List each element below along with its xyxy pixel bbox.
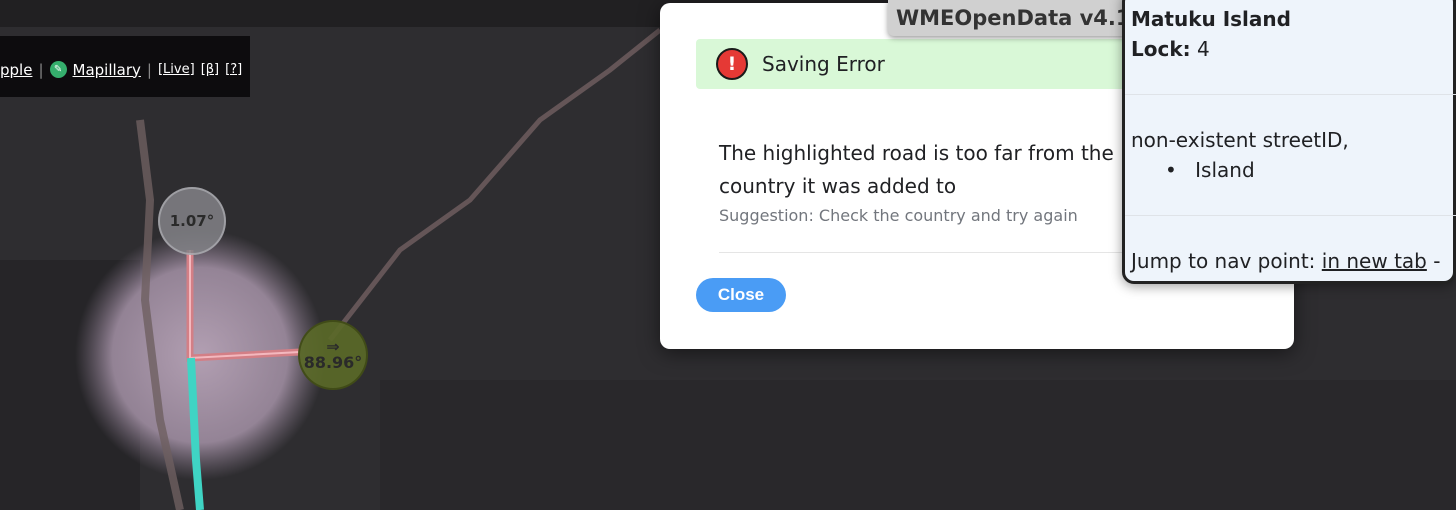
angle-value: 1.07° (169, 212, 215, 230)
junction-angle-marker: ⇒ 88.96° (298, 320, 368, 390)
wmeopendata-label: WMEOpenData v4.1 (896, 6, 1131, 30)
close-button[interactable]: Close (696, 278, 786, 312)
lock-label: Lock: (1131, 37, 1191, 61)
divider (1125, 215, 1456, 216)
street-note: non-existent streetID, (1131, 128, 1349, 152)
apple-imagery-link[interactable]: pple (0, 61, 32, 79)
jump-row: Jump to nav point: in new tab - (1131, 249, 1440, 273)
error-message: The highlighted road is too far from the… (719, 141, 1114, 198)
divider (1125, 94, 1456, 95)
separator: | (146, 60, 152, 79)
place-name: Matuku Island (1131, 7, 1291, 31)
jump-new-tab-link[interactable]: in new tab (1322, 249, 1427, 273)
angle-value: 88.96° (303, 353, 363, 372)
dialog-title: Saving Error (762, 52, 885, 76)
jump-suffix: - (1433, 249, 1441, 273)
lock-row: Lock: 4 (1131, 37, 1210, 61)
live-link[interactable]: [Live] (158, 62, 195, 77)
beta-link[interactable]: [β] (201, 62, 219, 77)
error-icon: ! (716, 48, 748, 80)
jump-label: Jump to nav point: (1131, 249, 1316, 273)
junction-angle-marker: 1.07° (158, 187, 226, 255)
mapillary-link[interactable]: Mapillary (73, 61, 141, 79)
help-link[interactable]: [?] (225, 62, 242, 77)
error-suggestion: Suggestion: Check the country and try ag… (719, 206, 1078, 225)
bullet-label: Island (1195, 158, 1255, 182)
mapillary-icon: ✎ (49, 61, 67, 78)
separator: | (38, 60, 44, 79)
imagery-links-bar: pple | ✎ Mapillary | [Live] [β] [?] (0, 36, 250, 97)
place-info-popup: Matuku Island Lock: 4 non-existent stree… (1122, 0, 1456, 284)
bullet-item: • Island (1165, 158, 1255, 182)
wmeopendata-tab[interactable]: WMEOpenData v4.1 (888, 0, 1138, 36)
bullet-icon: • (1165, 158, 1177, 182)
lock-value: 4 (1197, 37, 1210, 61)
